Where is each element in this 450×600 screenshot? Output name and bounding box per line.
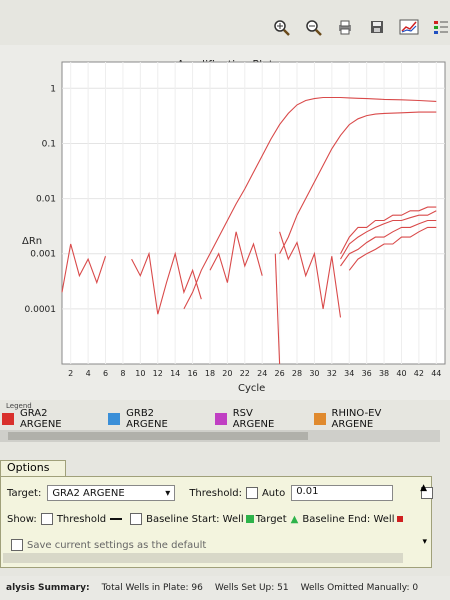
x-tick-label: 34 xyxy=(344,369,354,378)
auto-checkbox[interactable] xyxy=(245,487,258,499)
x-tick-label: 42 xyxy=(414,369,424,378)
summary-label: alysis Summary: xyxy=(6,583,90,593)
y-tick-label: 0.01 xyxy=(36,195,56,205)
total-wells: Total Wells in Plate: 96 xyxy=(101,583,203,593)
scroll-up-icon[interactable]: ▲ xyxy=(420,483,427,493)
y-tick-label: 0.0001 xyxy=(25,305,57,315)
x-tick-label: 4 xyxy=(86,369,91,378)
target-marker-label: Target xyxy=(255,513,287,525)
legend-label: GRB2 ARGENE xyxy=(126,408,168,430)
options-panel: Target: GRA2 ARGENE ▾ Threshold: Auto 0.… xyxy=(0,476,434,568)
legend-swatch xyxy=(313,413,326,425)
baseline-end-marker-icon xyxy=(397,516,404,522)
x-tick-label: 8 xyxy=(120,369,125,378)
legend-label: RSV ARGENE xyxy=(232,408,275,430)
x-tick-label: 44 xyxy=(431,369,441,378)
legend-swatch xyxy=(2,413,14,425)
legend-label: RHINO-EV ARGENE xyxy=(331,408,382,430)
wells-omitted: Wells Omitted Manually: 0 xyxy=(300,583,419,593)
chevron-down-icon: ▾ xyxy=(165,487,171,499)
x-tick-label: 6 xyxy=(103,369,108,378)
options-tab[interactable]: Options xyxy=(0,460,66,477)
save-default-label: Save current settings as the default xyxy=(27,539,207,551)
x-tick-label: 14 xyxy=(170,369,180,378)
app-window: Amplification Plot ΔRn Cycle 10.10.010.0… xyxy=(0,0,450,600)
threshold-input[interactable]: 0.01 xyxy=(291,485,394,501)
x-tick-label: 32 xyxy=(327,369,337,378)
x-tick-label: 16 xyxy=(187,369,197,378)
legend-item[interactable]: GRA2 ARGENE xyxy=(0,408,92,430)
x-tick-label: 28 xyxy=(292,369,302,378)
x-tick-label: 20 xyxy=(222,369,232,378)
target-row: Target: GRA2 ARGENE ▾ Threshold: Auto 0.… xyxy=(7,485,437,501)
show-baseline-checkbox[interactable] xyxy=(130,513,143,525)
show-threshold-label: Threshold xyxy=(56,513,107,525)
show-label: Show: xyxy=(7,513,37,525)
target-select[interactable]: GRA2 ARGENE ▾ xyxy=(47,485,176,501)
target-value: GRA2 ARGENE xyxy=(52,487,125,499)
legend-swatch xyxy=(108,413,121,425)
x-tick-label: 10 xyxy=(135,369,145,378)
chevron-down-icon[interactable]: ▾ xyxy=(422,537,427,547)
legend-scrollbar[interactable] xyxy=(0,430,440,442)
baseline-end-label: Baseline End: Well xyxy=(302,513,395,525)
x-tick-label: 24 xyxy=(257,369,267,378)
x-tick-label: 40 xyxy=(396,369,406,378)
legend-swatch xyxy=(214,413,227,425)
legend-item[interactable]: RHINO-EV ARGENE xyxy=(312,408,426,430)
x-tick-label: 12 xyxy=(153,369,163,378)
amplification-plot[interactable]: 10.10.010.0010.00012 4 6 8 10 12 14 16 18 20 22 24 2… xyxy=(0,0,450,400)
scrollbar-thumb[interactable] xyxy=(8,432,308,440)
x-tick-label: 38 xyxy=(379,369,389,378)
auto-label: Auto xyxy=(261,487,286,499)
y-tick-label: 0.001 xyxy=(30,250,56,260)
legend-item[interactable]: RSV ARGENE xyxy=(213,408,298,430)
show-row: Show: Threshold Baseline Start: Well Tar… xyxy=(7,513,404,525)
y-tick-label: 1 xyxy=(50,84,56,94)
save-default-row: Save current settings as the default xyxy=(7,539,206,551)
baseline-start-label: Baseline Start: Well xyxy=(146,513,244,525)
x-tick-label: 36 xyxy=(362,369,372,378)
threshold-line-swatch xyxy=(110,518,123,520)
show-threshold-checkbox[interactable] xyxy=(40,513,53,525)
plot-area xyxy=(61,61,446,365)
threshold-label: Threshold: xyxy=(189,487,242,499)
baseline-start-marker-icon xyxy=(245,515,254,523)
x-tick-label: 26 xyxy=(275,369,285,378)
legend-label: GRA2 ARGENE xyxy=(19,408,62,430)
wells-setup: Wells Set Up: 51 xyxy=(214,583,289,593)
x-tick-label: 18 xyxy=(205,369,215,378)
x-tick-label: 30 xyxy=(309,369,319,378)
status-bar: alysis Summary: Total Wells in Plate: 96… xyxy=(0,576,450,600)
x-tick-label: 22 xyxy=(240,369,250,378)
legend: GRA2 ARGENE GRB2 ARGENE RSV ARGENE RHINO-EV… xyxy=(0,408,440,430)
options-scrollbar[interactable] xyxy=(3,553,403,563)
x-tick-label: 2 xyxy=(68,369,73,378)
legend-item[interactable]: GRB2 ARGENE xyxy=(106,408,199,430)
target-label: Target: xyxy=(7,487,42,499)
save-default-checkbox[interactable] xyxy=(11,539,23,551)
y-tick-label: 0.1 xyxy=(42,139,56,149)
triangle-icon: ▲ xyxy=(290,513,299,525)
